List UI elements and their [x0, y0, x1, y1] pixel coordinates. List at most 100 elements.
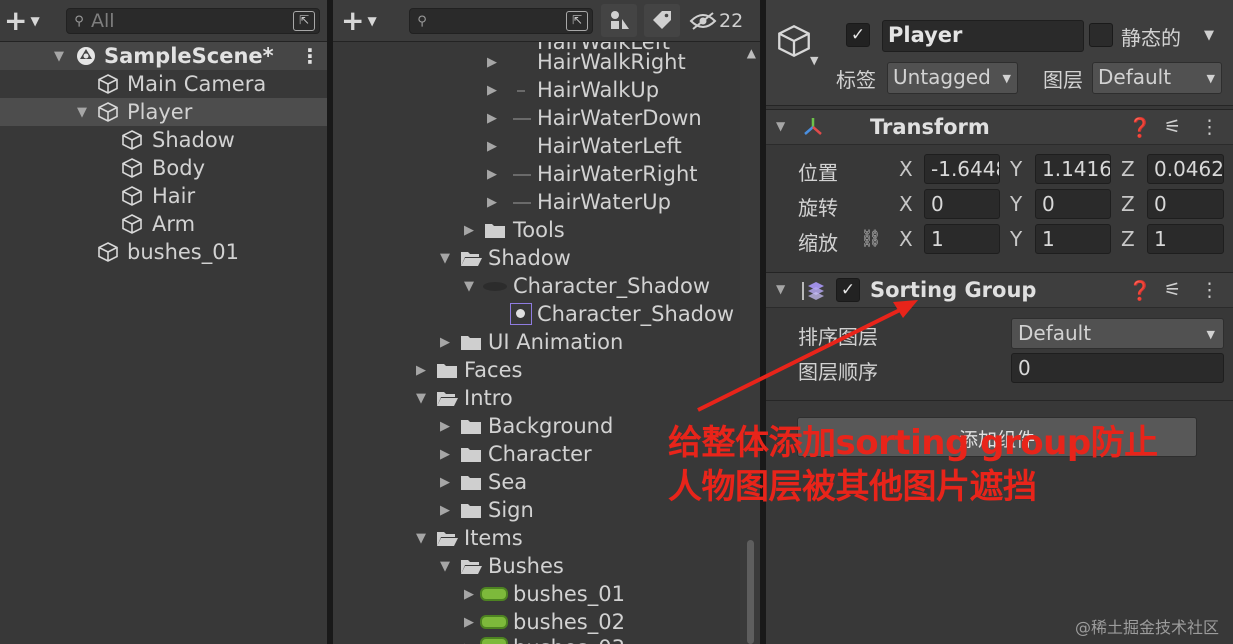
project-item-hairwaterright[interactable]: ▶ HairWaterRight [333, 160, 760, 188]
collapse-arrow-icon[interactable]: ▼ [437, 251, 453, 266]
scale-x-input[interactable]: 1 [924, 224, 1000, 254]
expand-arrow-icon[interactable]: ▶ [484, 167, 500, 182]
expand-arrow-icon[interactable]: ▶ [484, 111, 500, 126]
sorting-group-header[interactable]: ▼ ✓ Sorting Group ❓ ⚟ ⋮ [766, 272, 1233, 308]
expand-arrow-icon[interactable]: ▶ [437, 447, 453, 462]
project-folder-intro[interactable]: ▼ Intro [333, 384, 760, 412]
scale-y-axis[interactable]: Y [1010, 227, 1022, 251]
hierarchy-item-main-camera[interactable]: Main Camera [0, 70, 327, 98]
project-search-input[interactable]: ⚲ ⇱ [409, 8, 593, 34]
position-z-input[interactable]: 0.0462 [1147, 154, 1224, 184]
tag-dropdown[interactable]: Untagged ▼ [887, 62, 1018, 94]
position-x-input[interactable]: -1.6448 [924, 154, 1000, 184]
component-menu-icon[interactable]: ⋮ [1200, 279, 1219, 301]
project-folder-bushes[interactable]: ▼ Bushes [333, 552, 760, 580]
project-create-button[interactable]: + ▼ [341, 7, 377, 35]
project-scrollbar-thumb[interactable] [747, 540, 754, 644]
project-folder-faces[interactable]: ▶ Faces [333, 356, 760, 384]
expand-arrow-icon[interactable]: ▶ [413, 363, 429, 378]
rotation-x-axis[interactable]: X [899, 192, 913, 216]
project-item-character-shadow[interactable]: ▼ Character_Shadow [333, 272, 760, 300]
expand-arrow-icon[interactable]: ▶ [437, 475, 453, 490]
expand-arrow-icon[interactable]: ▶ [484, 139, 500, 154]
project-folder-shadow[interactable]: ▼ Shadow [333, 244, 760, 272]
project-folder-tools[interactable]: ▶ Tools [333, 216, 760, 244]
project-folder-ui-animation[interactable]: ▶ UI Animation [333, 328, 760, 356]
filter-by-label-button[interactable] [644, 4, 680, 37]
expand-arrow-icon[interactable]: ▶ [484, 83, 500, 98]
expand-arrow-icon[interactable]: ▶ [461, 641, 477, 644]
order-in-layer-input[interactable]: 0 [1011, 353, 1224, 383]
position-y-axis[interactable]: Y [1010, 157, 1022, 181]
expand-arrow-icon[interactable]: ▶ [484, 195, 500, 210]
object-name-input[interactable]: Player [882, 20, 1084, 52]
collapse-arrow-icon[interactable]: ▼ [776, 119, 785, 133]
sorting-group-enabled-checkbox[interactable]: ✓ [836, 278, 860, 302]
help-icon[interactable]: ❓ [1128, 279, 1152, 302]
help-icon[interactable]: ❓ [1128, 116, 1152, 139]
expand-arrow-icon[interactable]: ▶ [461, 587, 477, 602]
hierarchy-item-body[interactable]: Body [0, 154, 327, 182]
hierarchy-item-arm[interactable]: Arm [0, 210, 327, 238]
rotation-z-axis[interactable]: Z [1121, 192, 1135, 216]
collapse-arrow-icon[interactable]: ▼ [413, 391, 429, 406]
project-item-hairwaterup[interactable]: ▶ HairWaterUp [333, 188, 760, 216]
rotation-y-axis[interactable]: Y [1010, 192, 1022, 216]
project-item-bushes-01[interactable]: ▶ bushes_01 [333, 580, 760, 608]
hierarchy-item-bushes-01[interactable]: bushes_01 [0, 238, 327, 266]
position-z-axis[interactable]: Z [1121, 157, 1135, 181]
search-mode-icon[interactable]: ⇱ [293, 11, 315, 31]
sorting-layer-dropdown[interactable]: Default ▼ [1011, 318, 1224, 349]
layer-dropdown[interactable]: Default ▼ [1092, 62, 1222, 94]
project-item-character-shadow-sprite[interactable]: Character_Shadow [333, 300, 760, 328]
project-item-hairwaterleft[interactable]: ▶ HairWaterLeft [333, 132, 760, 160]
expand-arrow-icon[interactable]: ▶ [437, 419, 453, 434]
expand-arrow-icon[interactable]: ▼ [74, 105, 90, 120]
rotation-y-input[interactable]: 0 [1035, 189, 1111, 219]
scale-z-axis[interactable]: Z [1121, 227, 1135, 251]
scale-z-input[interactable]: 1 [1147, 224, 1224, 254]
preset-sliders-icon[interactable]: ⚟ [1164, 116, 1181, 138]
rotation-x-input[interactable]: 0 [924, 189, 1000, 219]
preset-sliders-icon[interactable]: ⚟ [1164, 279, 1181, 301]
collapse-arrow-icon[interactable]: ▼ [437, 559, 453, 574]
hierarchy-item-shadow[interactable]: Shadow [0, 126, 327, 154]
hidden-packages-toggle[interactable]: 22 [689, 6, 743, 36]
hierarchy-create-button[interactable]: + ▼ [4, 7, 40, 35]
constrain-proportions-link-icon[interactable]: ⛓ [860, 229, 882, 249]
filter-by-type-button[interactable] [601, 4, 637, 37]
expand-arrow-icon[interactable]: ▶ [484, 55, 500, 70]
active-checkbox[interactable]: ✓ [846, 23, 870, 47]
search-mode-icon[interactable]: ⇱ [566, 11, 588, 31]
expand-arrow-icon[interactable]: ▶ [461, 223, 477, 238]
collapse-arrow-icon[interactable]: ▼ [461, 279, 477, 294]
position-y-input[interactable]: 1.1416 [1035, 154, 1111, 184]
rotation-z-input[interactable]: 0 [1147, 189, 1224, 219]
expand-arrow-icon[interactable]: ▶ [461, 615, 477, 630]
project-item-hairwalkup[interactable]: ▶ HairWalkUp [333, 76, 760, 104]
component-menu-icon[interactable]: ⋮ [1200, 116, 1219, 138]
scroll-up-arrow-icon[interactable]: ▲ [747, 46, 756, 60]
expand-arrow-icon[interactable]: ▶ [437, 503, 453, 518]
hierarchy-item-player[interactable]: ▼ Player [0, 98, 327, 126]
scale-x-axis[interactable]: X [899, 227, 913, 251]
expand-arrow-icon[interactable]: ▶ [437, 335, 453, 350]
project-item-hairwalkright[interactable]: ▶ HairWalkRight [333, 48, 760, 76]
project-item-hairwaterdown[interactable]: ▶ HairWaterDown [333, 104, 760, 132]
icon-dropdown-caret-icon[interactable]: ▼ [810, 54, 818, 67]
static-checkbox[interactable] [1089, 23, 1113, 47]
scene-menu-icon[interactable]: ⋮ [300, 44, 320, 68]
collapse-arrow-icon[interactable]: ▼ [776, 282, 785, 296]
scene-row[interactable]: ▼ SampleScene* ⋮ [0, 42, 327, 70]
project-folder-items[interactable]: ▼ Items [333, 524, 760, 552]
hierarchy-search-input[interactable]: ⚲ All ⇱ [66, 8, 320, 34]
expand-arrow-icon[interactable]: ▼ [51, 49, 67, 64]
project-item-bushes-03[interactable]: ▶ bushes_03 [333, 634, 760, 644]
scale-y-input[interactable]: 1 [1035, 224, 1111, 254]
static-dropdown-caret-icon[interactable]: ▼ [1204, 28, 1214, 43]
transform-header[interactable]: ▼ Transform ❓ ⚟ ⋮ [766, 109, 1233, 145]
project-item-bushes-02[interactable]: ▶ bushes_02 [333, 608, 760, 636]
position-x-axis[interactable]: X [899, 157, 913, 181]
collapse-arrow-icon[interactable]: ▼ [413, 531, 429, 546]
hierarchy-item-hair[interactable]: Hair [0, 182, 327, 210]
